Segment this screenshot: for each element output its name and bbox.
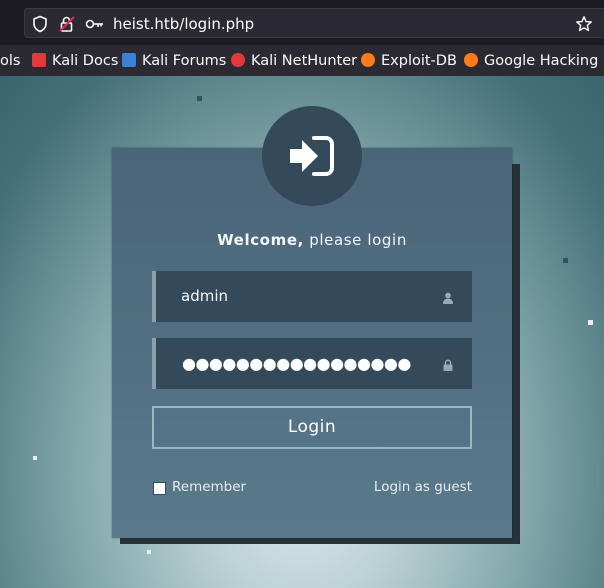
background-particle: [197, 96, 202, 101]
shield-icon[interactable]: [31, 15, 49, 33]
background-particle: [563, 258, 568, 263]
login-as-guest-link[interactable]: Login as guest: [374, 479, 472, 495]
star-icon[interactable]: [575, 15, 593, 33]
page-background: Welcome, please login admin ●●●●●●●●●●●●…: [0, 76, 604, 588]
bookmark-kali-docs[interactable]: Kali Docs: [32, 51, 118, 71]
username-input[interactable]: admin: [152, 271, 472, 322]
exploit-db-icon: [361, 53, 375, 67]
url-bar[interactable]: heist.htb/login.php: [24, 8, 604, 38]
ghdb-icon: [464, 53, 478, 67]
remember-label[interactable]: Remember: [172, 479, 246, 495]
password-input[interactable]: ●●●●●●●●●●●●●●●●●: [152, 338, 472, 389]
key-icon[interactable]: [85, 15, 103, 33]
browser-toolbar: heist.htb/login.php: [0, 0, 604, 44]
bookmark-google-hacking-db[interactable]: Google Hacking DB: [464, 51, 604, 71]
user-icon: [442, 289, 454, 308]
password-masked-value[interactable]: ●●●●●●●●●●●●●●●●●: [182, 354, 411, 373]
background-particle: [147, 550, 151, 554]
login-avatar: [262, 106, 362, 206]
sign-in-icon: [290, 136, 334, 176]
kali-nethunter-icon: [231, 53, 245, 67]
kali-docs-icon: [32, 53, 46, 67]
bookmark-exploit-db[interactable]: Exploit-DB: [361, 51, 457, 71]
lock-icon: [442, 356, 454, 375]
username-value[interactable]: admin: [181, 287, 228, 305]
url-text[interactable]: heist.htb/login.php: [113, 15, 254, 33]
bookmark-kali-nethunter[interactable]: Kali NetHunter: [231, 51, 357, 71]
background-particle: [33, 456, 37, 460]
padlock-warning-icon[interactable]: [58, 15, 76, 33]
bookmark-tools[interactable]: ols: [0, 51, 20, 71]
bookmarks-toolbar: ols Kali Docs Kali Forums Kali NetHunter…: [0, 44, 604, 76]
kali-forums-icon: [122, 53, 136, 67]
background-particle: [588, 320, 593, 325]
welcome-heading: Welcome, please login: [217, 231, 407, 249]
login-button[interactable]: Login: [152, 406, 472, 449]
bookmark-kali-forums[interactable]: Kali Forums: [122, 51, 226, 71]
remember-checkbox[interactable]: [153, 482, 166, 495]
